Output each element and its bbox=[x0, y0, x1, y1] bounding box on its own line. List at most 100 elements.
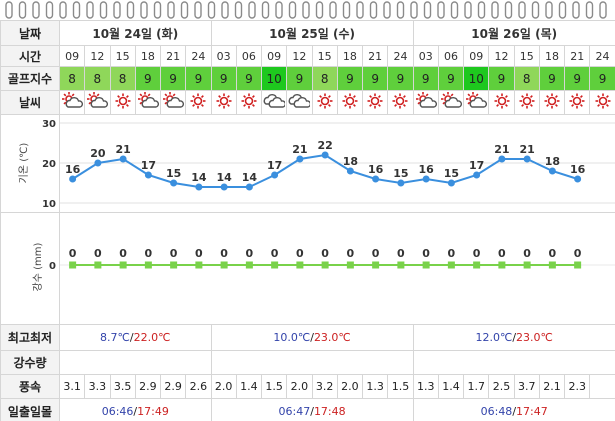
min-max-cell: 8.7℃/22.0℃ bbox=[59, 324, 212, 351]
golf-index-cell: 9 bbox=[488, 66, 515, 91]
binder-ring bbox=[72, 1, 81, 19]
wind-cell: 2.0 bbox=[336, 374, 364, 399]
sun-cell: 06:46/17:49 bbox=[59, 398, 212, 421]
binder-ring bbox=[329, 1, 337, 19]
rain-axis-title: 강수 (mm) bbox=[32, 242, 44, 291]
binder-ring bbox=[99, 1, 108, 19]
partly-cloudy-icon bbox=[62, 92, 84, 108]
rain-data-label: 0 bbox=[473, 247, 481, 260]
rain-point bbox=[422, 261, 430, 269]
hour-cell: 09 bbox=[58, 45, 86, 67]
min-temp: 12.0℃ bbox=[475, 331, 513, 344]
binder-ring bbox=[369, 1, 378, 19]
binder-ring bbox=[113, 1, 121, 19]
weather-forecast-table: 날짜 10월 24일 (화) 10월 25일 (수) 10월 26일 (목) 시간 … bbox=[0, 20, 615, 421]
hour-cell: 09 bbox=[463, 45, 490, 67]
min-temp: 10.0℃ bbox=[273, 331, 311, 344]
rain-point bbox=[473, 261, 481, 269]
hour-cell: 21 bbox=[159, 45, 187, 67]
sky-cell bbox=[564, 90, 591, 115]
golf-index-cell: 9 bbox=[185, 66, 212, 91]
hour-cell: 06 bbox=[235, 45, 263, 67]
sun-cell: 06:47/17:48 bbox=[210, 398, 414, 421]
temperature-data-label: 18 bbox=[545, 155, 560, 168]
rain-point bbox=[144, 261, 152, 269]
temperature-axis-tick: 10 bbox=[42, 199, 56, 209]
temperature-point bbox=[422, 175, 430, 183]
sky-cell bbox=[362, 90, 389, 115]
temperature-point bbox=[220, 183, 228, 191]
binder-ring bbox=[32, 1, 40, 19]
golf-index-cell: 10 bbox=[261, 66, 288, 91]
sunny-icon bbox=[216, 93, 232, 109]
sky-cell bbox=[336, 90, 364, 115]
temperature-axis-tick: 20 bbox=[42, 159, 56, 170]
temperature-point bbox=[346, 167, 354, 175]
temperature-data-label: 21 bbox=[519, 143, 534, 156]
rain-data-label: 0 bbox=[119, 247, 127, 260]
binder-ring bbox=[464, 1, 472, 19]
temperature-point bbox=[296, 155, 304, 163]
precip-cell bbox=[59, 350, 212, 375]
golf-index-cell: 9 bbox=[387, 66, 414, 91]
rain-point bbox=[574, 261, 582, 269]
binder-ring bbox=[302, 1, 310, 19]
binder-ring bbox=[140, 1, 148, 19]
sunset-time: 17:48 bbox=[313, 404, 346, 418]
wind-cell: 3.2 bbox=[311, 374, 338, 399]
golf-index-cell: 9 bbox=[159, 66, 187, 91]
sunny-icon bbox=[569, 93, 585, 109]
binder-ring bbox=[180, 1, 189, 19]
temperature-point bbox=[94, 159, 102, 167]
binder-ring bbox=[531, 1, 540, 19]
partly-cloudy-icon bbox=[466, 92, 488, 108]
max-temp: 22.0℃ bbox=[133, 331, 171, 344]
wind-cell: 2.5 bbox=[488, 374, 515, 399]
temperature-data-label: 21 bbox=[115, 143, 130, 156]
golf-index-cell: 9 bbox=[538, 66, 566, 91]
wind-cell: 1.7 bbox=[463, 374, 490, 399]
hour-cell: 06 bbox=[437, 45, 465, 67]
golf-index-cell: 9 bbox=[134, 66, 162, 91]
sunny-icon bbox=[392, 93, 408, 109]
binder-ring bbox=[504, 1, 513, 19]
golf-index-cell: 8 bbox=[84, 66, 111, 91]
rain-axis-label: 강수 (mm) 0 bbox=[32, 242, 56, 291]
temperature-data-label: 17 bbox=[267, 159, 282, 172]
precip-cell bbox=[412, 350, 615, 375]
sky-cell bbox=[311, 90, 338, 115]
day-header: 10월 25일 (수) bbox=[210, 20, 414, 46]
sky-cell bbox=[437, 90, 465, 115]
binder-ring bbox=[315, 1, 324, 19]
hour-cell: 15 bbox=[311, 45, 338, 67]
min-max-cell: 10.0℃/23.0℃ bbox=[210, 324, 414, 351]
sunny-icon bbox=[115, 93, 131, 109]
rain-data-label: 0 bbox=[498, 247, 506, 260]
sunny-icon bbox=[367, 93, 383, 109]
temperature-data-label: 17 bbox=[469, 159, 484, 172]
temperature-point bbox=[548, 167, 556, 175]
rain-data-label: 0 bbox=[523, 247, 531, 260]
golf-index-cell: 9 bbox=[437, 66, 465, 91]
temperature-data-label: 17 bbox=[141, 159, 156, 172]
sky-cell bbox=[134, 90, 162, 115]
sky-cell bbox=[261, 90, 288, 115]
binder-ring bbox=[45, 1, 54, 19]
temperature-data-label: 15 bbox=[393, 167, 408, 180]
binder-ring bbox=[261, 1, 270, 19]
wind-cell: 3.1 bbox=[58, 374, 86, 399]
binder-ring bbox=[275, 1, 283, 19]
temperature-data-label: 14 bbox=[191, 171, 207, 184]
temperature-point bbox=[372, 175, 380, 183]
day-header: 10월 24일 (화) bbox=[59, 20, 212, 46]
binder-ring bbox=[153, 1, 162, 19]
temperature-axis-label-cell: 기온 (℃) 10 20 30 bbox=[0, 114, 60, 213]
row-label-sky: 날씨 bbox=[0, 90, 60, 115]
rain-axis-tick: 0 bbox=[49, 261, 56, 272]
sun-cell: 06:48/17:47 bbox=[412, 398, 615, 421]
rain-data-label: 0 bbox=[422, 247, 430, 260]
sunny-icon bbox=[342, 93, 358, 109]
wind-cell: 2.0 bbox=[210, 374, 237, 399]
sunset-time: 17:47 bbox=[516, 404, 548, 418]
temperature-data-label: 16 bbox=[570, 163, 586, 176]
